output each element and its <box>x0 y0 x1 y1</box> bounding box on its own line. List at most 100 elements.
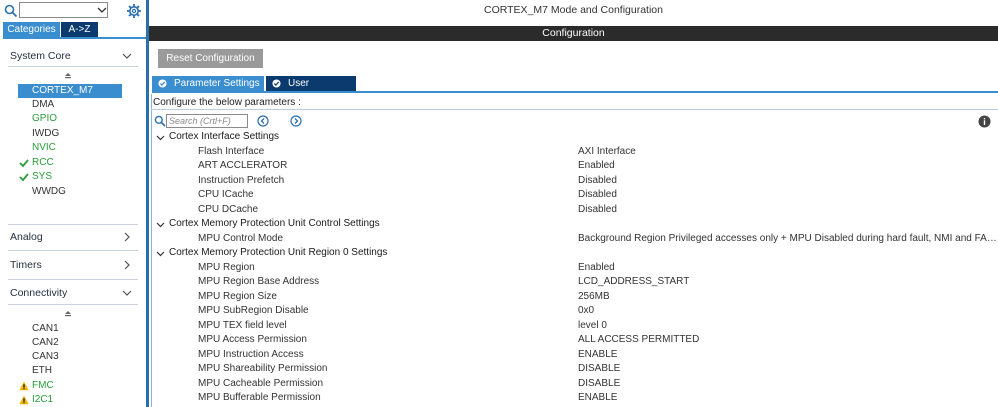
param-value[interactable]: LCD_ADDRESS_START <box>578 275 998 289</box>
param-row[interactable]: MPU Cacheable Permission DISABLE <box>198 377 988 391</box>
info-icon[interactable] <box>978 115 991 128</box>
next-icon[interactable] <box>290 115 302 127</box>
sidebar-item-can1[interactable]: CAN1 <box>18 322 122 336</box>
previous-icon[interactable] <box>257 115 269 127</box>
category-analog[interactable]: Analog <box>8 228 138 246</box>
tab-categories[interactable]: Categories <box>3 22 60 37</box>
param-name: Instruction Prefetch <box>198 175 285 186</box>
sidebar: Categories A->Z System Core CORTEX_M7 DM… <box>0 0 146 407</box>
sort-icon[interactable] <box>64 310 72 318</box>
category-connectivity[interactable]: Connectivity <box>8 284 138 302</box>
param-row[interactable]: MPU Access Permission ALL ACCESS PERMITT… <box>198 333 988 347</box>
sidebar-item-i2c1[interactable]: I2C1 <box>18 393 122 407</box>
parameter-search: Search (Crtl+F) <box>154 114 274 128</box>
configuration-header: Configuration <box>149 26 998 41</box>
param-value[interactable]: DISABLE <box>578 362 998 376</box>
check-circle-icon <box>158 79 167 88</box>
param-value[interactable]: level 0 <box>578 319 998 333</box>
group-mpu-control-settings[interactable]: Cortex Memory Protection Unit Control Se… <box>156 217 380 231</box>
sidebar-item-dma[interactable]: DMA <box>18 98 122 112</box>
category-system-core[interactable]: System Core <box>8 47 138 65</box>
param-row[interactable]: CPU DCache Disabled <box>198 203 988 217</box>
param-row[interactable]: MPU Region Base Address LCD_ADDRESS_STAR… <box>198 275 988 289</box>
sidebar-item-cortex-m7[interactable]: CORTEX_M7 <box>18 84 122 98</box>
sidebar-item-gpio[interactable]: GPIO <box>18 112 122 126</box>
param-name: MPU Region Base Address <box>198 276 320 287</box>
param-value[interactable]: Enabled <box>578 261 998 275</box>
param-name: MPU Control Mode <box>198 233 284 244</box>
tab-parameter-settings[interactable]: Parameter Settings <box>152 76 264 91</box>
group-label: Cortex Memory Protection Unit Control Se… <box>169 218 380 229</box>
parameter-search-input[interactable]: Search (Crtl+F) <box>166 114 248 128</box>
sidebar-item-sys[interactable]: SYS <box>18 170 122 184</box>
warning-icon <box>19 381 29 391</box>
divider <box>8 279 138 280</box>
tab-user-constants[interactable]: User Constants <box>266 76 356 104</box>
check-icon <box>19 159 29 168</box>
param-name: MPU SubRegion Disable <box>198 305 309 316</box>
param-row[interactable]: CPU ICache Disabled <box>198 188 988 202</box>
sidebar-item-eth[interactable]: ETH <box>18 364 122 378</box>
param-row[interactable]: MPU Region Size 256MB <box>198 290 988 304</box>
param-value[interactable]: 256MB <box>578 290 998 304</box>
sidebar-item-nvic[interactable]: NVIC <box>18 141 122 155</box>
param-value[interactable]: AXI Interface <box>578 145 998 159</box>
item-label: NVIC <box>32 142 56 153</box>
param-row[interactable]: MPU Instruction Access ENABLE <box>198 348 988 362</box>
param-row[interactable]: Flash Interface AXI Interface <box>198 145 988 159</box>
group-cortex-interface-settings[interactable]: Cortex Interface Settings <box>156 130 279 144</box>
sidebar-item-can2[interactable]: CAN2 <box>18 336 122 350</box>
sidebar-item-iwdg[interactable]: IWDG <box>18 127 122 141</box>
divider <box>8 250 138 251</box>
group-mpu-region-0-settings[interactable]: Cortex Memory Protection Unit Region 0 S… <box>156 246 387 260</box>
param-value[interactable]: ENABLE <box>578 391 998 405</box>
param-row[interactable]: MPU TEX field level level 0 <box>198 319 988 333</box>
chevron-down-icon[interactable] <box>97 5 107 15</box>
sidebar-item-can3[interactable]: CAN3 <box>18 350 122 364</box>
param-value[interactable]: Disabled <box>578 188 998 202</box>
param-name: MPU Region Size <box>198 291 277 302</box>
param-value[interactable]: Disabled <box>578 174 998 188</box>
category-label: Timers <box>10 259 42 271</box>
reset-configuration-button[interactable]: Reset Configuration <box>158 49 263 68</box>
param-row[interactable]: MPU SubRegion Disable 0x0 <box>198 304 988 318</box>
param-value[interactable]: ENABLE <box>578 348 998 362</box>
item-label: I2C1 <box>32 394 54 405</box>
chevron-down-icon <box>156 135 165 141</box>
chevron-right-icon <box>124 232 130 242</box>
sidebar-search-input[interactable] <box>19 2 108 18</box>
tab-label: Parameter Settings <box>174 78 260 89</box>
param-value[interactable]: Enabled <box>578 159 998 173</box>
param-value[interactable]: ALL ACCESS PERMITTED <box>578 333 998 347</box>
param-row[interactable]: MPU Bufferable Permission ENABLE <box>198 391 988 405</box>
item-label: ETH <box>32 365 52 376</box>
param-value[interactable]: Disabled <box>578 203 998 217</box>
item-label: CORTEX_M7 <box>32 85 93 96</box>
sidebar-item-rcc[interactable]: RCC <box>18 156 122 170</box>
param-name: MPU Region <box>198 262 255 273</box>
param-row[interactable]: MPU Shareability Permission DISABLE <box>198 362 988 376</box>
sort-icon[interactable] <box>64 72 72 80</box>
gear-icon[interactable] <box>126 3 142 19</box>
item-label: SYS <box>32 171 53 182</box>
chevron-down-icon <box>122 290 132 296</box>
param-name: CPU ICache <box>198 189 254 200</box>
chevron-right-icon <box>124 260 130 270</box>
param-row[interactable]: Instruction Prefetch Disabled <box>198 174 988 188</box>
param-name: MPU TEX field level <box>198 320 287 331</box>
param-name: MPU Cacheable Permission <box>198 378 324 389</box>
param-value[interactable]: Background Region Privileged accesses on… <box>578 232 998 246</box>
param-row[interactable]: ART ACCLERATOR Enabled <box>198 159 988 173</box>
param-name: MPU Access Permission <box>198 334 307 345</box>
category-timers[interactable]: Timers <box>8 256 138 274</box>
tab-a-z[interactable]: A->Z <box>61 22 98 37</box>
param-value[interactable]: DISABLE <box>578 377 998 391</box>
check-icon <box>19 173 29 182</box>
item-label: FMC <box>32 380 54 391</box>
divider <box>8 224 138 225</box>
param-row[interactable]: MPU Control Mode Background Region Privi… <box>198 232 998 246</box>
sidebar-item-wwdg[interactable]: WWDG <box>18 185 122 199</box>
sidebar-item-fmc[interactable]: FMC <box>18 379 122 393</box>
param-value[interactable]: 0x0 <box>578 304 998 318</box>
param-row[interactable]: MPU Region Enabled <box>198 261 988 275</box>
